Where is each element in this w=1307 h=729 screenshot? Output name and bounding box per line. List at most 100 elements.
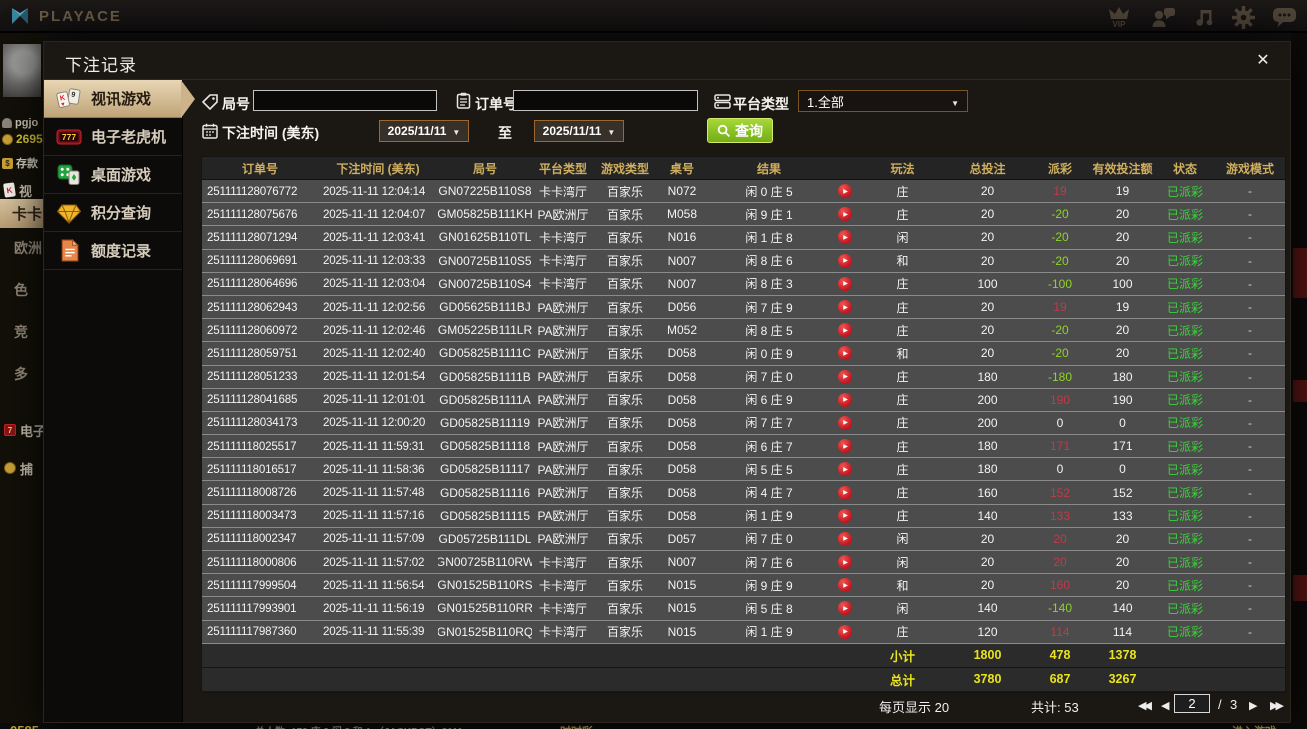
total-bet: 140 [977, 601, 998, 616]
platform-type: 卡卡湾厅 [538, 625, 587, 640]
date-to-select[interactable]: 2025/11/11 [534, 120, 624, 142]
column-header-play-type: 玩法 [890, 161, 915, 176]
total-bet: 180 [977, 369, 998, 384]
deposit-row[interactable]: $ 存款 [2, 155, 38, 171]
play-type: 闲 [896, 555, 909, 570]
bg-menu-item[interactable]: 卡卡 [0, 199, 43, 228]
platform-type: PA欧洲厅 [537, 439, 589, 454]
replay-icon[interactable] [838, 601, 852, 616]
game-mode: - [1248, 230, 1252, 245]
round-no: GN07225B110S8 [438, 184, 532, 199]
mini-cards-icon: K [3, 182, 16, 198]
bg-menu-item[interactable]: 欧洲 [0, 236, 43, 260]
replay-icon[interactable] [838, 415, 852, 430]
page-input[interactable] [1174, 694, 1210, 713]
balance-row: 2695 [2, 132, 43, 146]
replay-cell [830, 458, 860, 480]
table-row: 251111118016517 2025-11-11 11:58:36 GD0582… [202, 458, 1285, 482]
modal-sidebar: 9 K ♥ 视讯游戏 777 电子老虎机 桌面游戏 积分查询 额度记录 [44, 80, 195, 722]
replay-icon[interactable] [838, 276, 852, 291]
bg-menu-item[interactable]: 多 [0, 362, 43, 386]
bg-menu-item[interactable]: 色 [0, 278, 43, 302]
replay-icon[interactable] [838, 462, 852, 477]
total-bet: 160 [977, 485, 998, 500]
search-button[interactable]: 查询 [707, 118, 773, 143]
replay-icon[interactable] [838, 300, 852, 315]
game-type: 百家乐 [606, 370, 643, 385]
sidebar-item-4[interactable]: 积分查询 [44, 194, 182, 232]
table-no: D057 [667, 531, 697, 546]
avatar[interactable] [3, 44, 41, 97]
replay-cell [830, 203, 860, 225]
play-type: 闲 [896, 532, 909, 547]
result: 闲 7 庄 0 [745, 370, 793, 385]
column-header-table-no: 桌号 [669, 161, 694, 176]
close-icon[interactable] [1252, 49, 1274, 71]
music-icon[interactable] [1193, 6, 1215, 28]
bet-time: 2025-11-11 12:01:54 [323, 370, 426, 384]
total-bet: 20 [980, 184, 995, 199]
date-from-select[interactable]: 2025/11/11 [379, 120, 469, 142]
payout: -20 [1051, 323, 1069, 338]
chat-icon[interactable] [1272, 6, 1297, 28]
replay-icon[interactable] [838, 253, 852, 268]
order-no: 251111128051233 [207, 370, 298, 384]
balance: 2695 [16, 132, 43, 146]
replay-icon[interactable] [838, 392, 852, 407]
game-mode: - [1248, 578, 1252, 593]
replay-icon[interactable] [838, 184, 852, 199]
game-type: 百家乐 [606, 555, 643, 570]
sum-label: 小计 [889, 649, 915, 664]
bg-menu-item[interactable]: 捕 [0, 456, 43, 480]
replay-icon[interactable] [838, 485, 852, 500]
column-header-platform-type: 平台类型 [538, 161, 587, 176]
vip-icon[interactable]: VIP [1105, 5, 1133, 29]
date-to-value: 2025/11/11 [542, 124, 602, 138]
replay-icon[interactable] [838, 439, 852, 454]
table-no: N007 [667, 253, 697, 268]
table-no: D058 [667, 415, 697, 430]
total-bet: 140 [977, 508, 998, 523]
playace-logo-icon [12, 8, 28, 24]
last-page-icon[interactable] [1270, 699, 1281, 712]
sidebar-item-5[interactable]: 额度记录 [44, 232, 182, 270]
order-no-input[interactable] [513, 90, 698, 111]
table-no: D058 [667, 439, 697, 454]
replay-icon[interactable] [838, 508, 852, 523]
bg-menu-item[interactable]: 7 电子 [0, 418, 43, 442]
settings-icon[interactable] [1232, 5, 1255, 29]
payout: -140 [1047, 601, 1073, 616]
replay-icon[interactable] [838, 369, 852, 384]
first-page-icon[interactable] [1138, 699, 1149, 712]
bg-bottom-fragment: 总人数: 179 庄 3 闲 2 和 1 （JACKPOT）2111 [255, 723, 463, 729]
play-type: 庄 [896, 509, 909, 524]
status: 已派彩 [1166, 486, 1203, 501]
platform-type: PA欧洲厅 [537, 323, 589, 338]
logo[interactable]: PLAYACE [8, 4, 122, 28]
table-no: D058 [667, 369, 697, 384]
platform-type-select[interactable]: 1.全部 [798, 90, 968, 112]
sidebar-item-1[interactable]: 9 K ♥ 视讯游戏 [44, 80, 195, 118]
replay-icon[interactable] [838, 578, 852, 593]
game-type: 百家乐 [606, 578, 643, 593]
title-divider [44, 79, 1290, 80]
sidebar-item-3[interactable]: 桌面游戏 [44, 156, 182, 194]
next-page-icon[interactable] [1249, 699, 1257, 712]
replay-icon[interactable] [838, 323, 852, 338]
replay-icon[interactable] [838, 624, 852, 639]
round-no: GM05225B111LR [438, 323, 532, 338]
replay-icon[interactable] [838, 531, 852, 546]
replay-icon[interactable] [838, 346, 852, 361]
table-row: 251111128041685 2025-11-11 12:01:01 GD0582… [202, 388, 1285, 412]
sidebar-item-2[interactable]: 777 电子老虎机 [44, 118, 182, 156]
replay-icon[interactable] [838, 555, 852, 570]
game-mode: - [1248, 508, 1252, 523]
prev-page-icon[interactable] [1161, 699, 1169, 712]
total-bet: 180 [977, 439, 998, 454]
replay-icon[interactable] [838, 230, 852, 245]
replay-icon[interactable] [838, 207, 852, 222]
round-no-input[interactable] [253, 90, 437, 111]
order-no: 251111118016517 [207, 462, 297, 476]
support-icon[interactable] [1150, 6, 1176, 28]
bg-menu-item[interactable]: 竞 [0, 320, 43, 344]
